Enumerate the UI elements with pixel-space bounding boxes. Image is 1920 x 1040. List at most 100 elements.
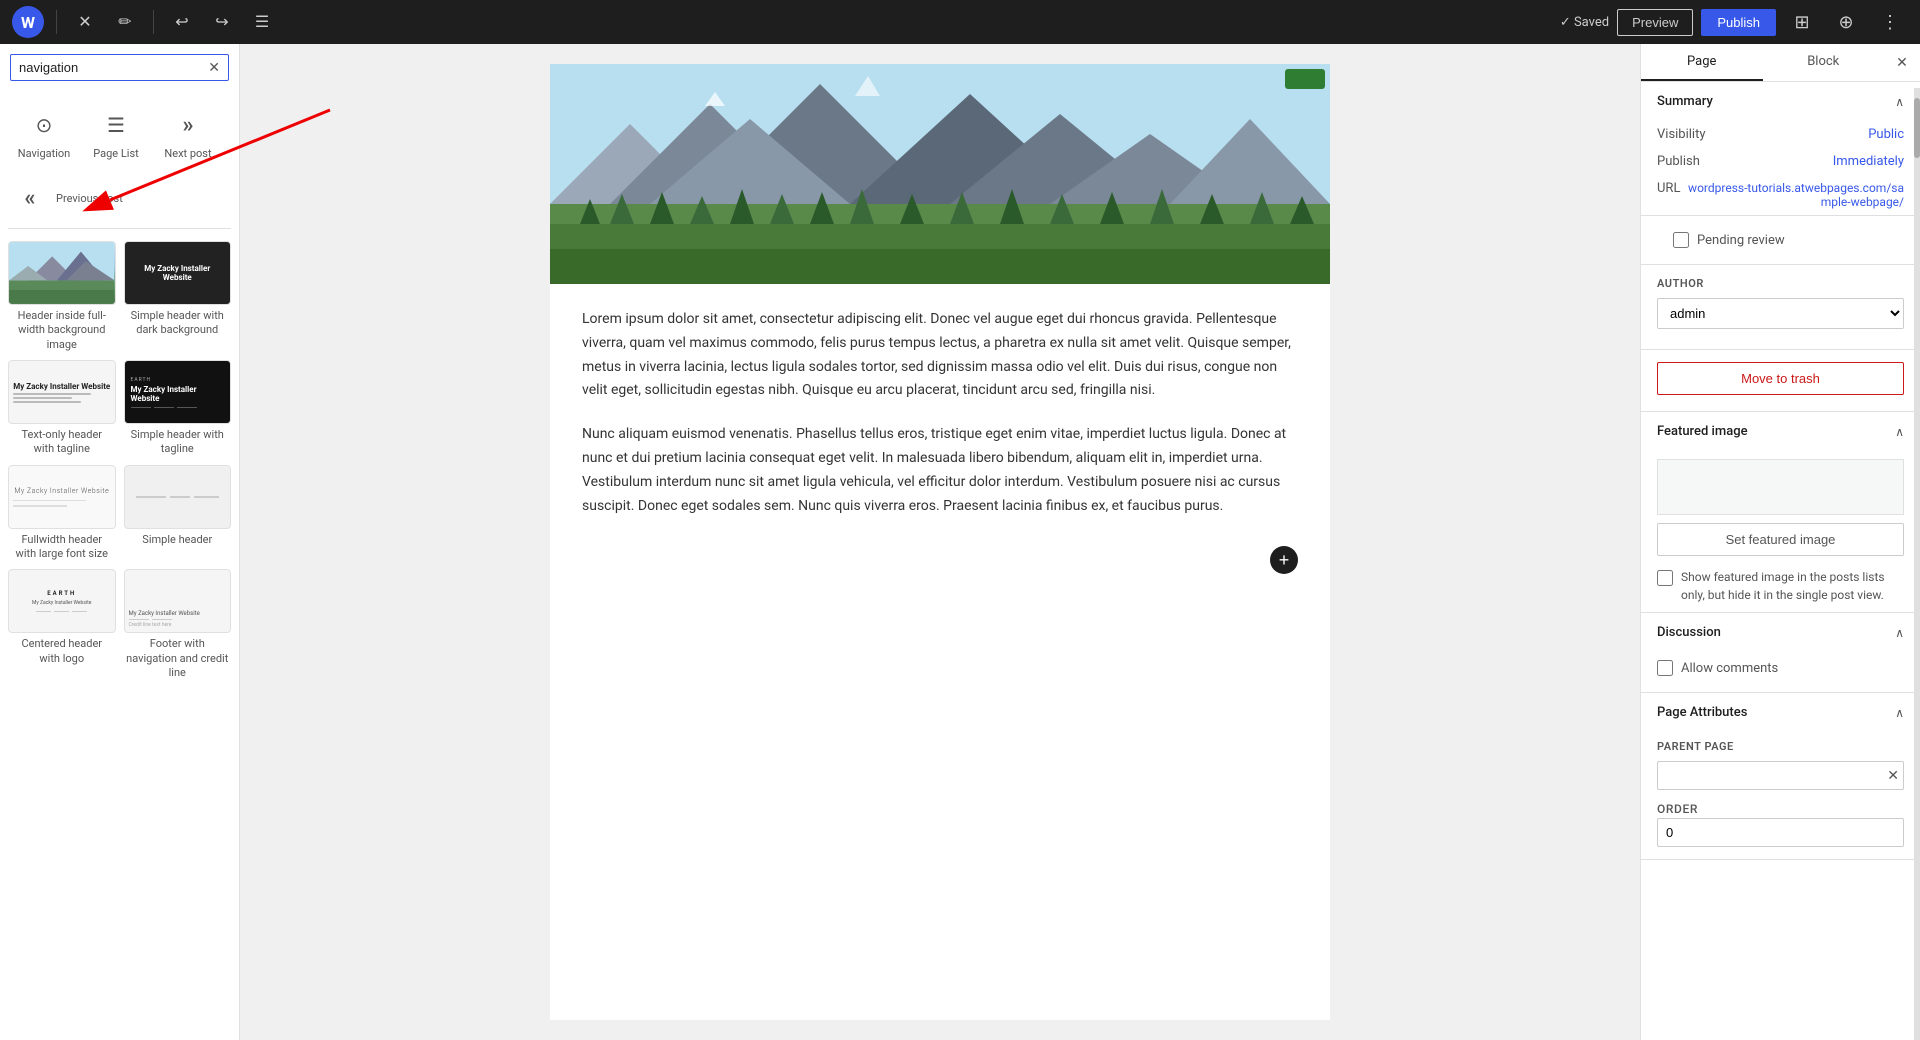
- tab-block[interactable]: Block: [1763, 44, 1885, 81]
- pattern-thumb-3: EARTH My Zacky InstallerWebsite: [124, 360, 232, 424]
- parent-page-input[interactable]: [1666, 762, 1887, 789]
- page-list-block-label: Page List: [93, 147, 138, 160]
- search-input[interactable]: [19, 60, 208, 75]
- discussion-title: Discussion: [1657, 625, 1721, 640]
- panel-scrollable: ⊙ Navigation ☰ Page List » Next post « P…: [0, 91, 239, 1040]
- navigation-block-icon: ⊙: [26, 107, 62, 143]
- tools-button[interactable]: ⊕: [1828, 4, 1864, 40]
- section-discussion: Discussion ∧ Allow comments: [1641, 613, 1920, 693]
- block-item-previous-post[interactable]: « Previous post: [8, 172, 231, 224]
- publish-button[interactable]: Publish: [1701, 9, 1776, 36]
- section-featured-image: Featured image ∧ Set featured image Show…: [1641, 412, 1920, 613]
- pattern-item-0[interactable]: Header inside full-width background imag…: [8, 241, 116, 352]
- right-panel: Page Block ✕ Summary ∧ Visibility Public…: [1640, 44, 1920, 1040]
- left-panel: ✕ ⊙ Navigation ☰ Page List » Next post: [0, 44, 240, 1040]
- edit-icon-button[interactable]: ✏: [109, 6, 141, 38]
- navigation-block-label: Navigation: [18, 147, 71, 160]
- next-post-block-icon: »: [170, 107, 206, 143]
- block-item-navigation[interactable]: ⊙ Navigation: [8, 99, 80, 168]
- pattern-thumb-text-2: My Zacky Installer Website: [13, 382, 110, 391]
- pattern-label-2: Text-only header with tagline: [8, 428, 116, 457]
- right-panel-header: Page Block ✕: [1641, 44, 1920, 82]
- list-view-button[interactable]: ☰: [246, 6, 278, 38]
- content-paragraph-2: Nunc aliquam euismod venenatis. Phasellu…: [582, 423, 1298, 518]
- section-summary: Summary ∧ Visibility Public Publish Imme…: [1641, 82, 1920, 216]
- parent-page-label: PARENT PAGE: [1641, 732, 1920, 757]
- move-to-trash-button[interactable]: Move to trash: [1657, 362, 1904, 395]
- set-featured-image-button[interactable]: Set featured image: [1657, 523, 1904, 556]
- featured-image-placeholder: [1657, 459, 1904, 515]
- preview-button[interactable]: Preview: [1617, 9, 1693, 36]
- pattern-thumb-text-1: My Zacky InstallerWebsite: [144, 264, 210, 282]
- publish-value[interactable]: Immediately: [1833, 154, 1904, 169]
- visibility-label: Visibility: [1657, 127, 1706, 142]
- page-attributes-title: Page Attributes: [1657, 705, 1747, 720]
- content-body: Lorem ipsum dolor sit amet, consectetur …: [550, 284, 1330, 606]
- page-attributes-chevron: ∧: [1895, 706, 1904, 720]
- trash-section: Move to trash: [1641, 350, 1920, 412]
- pattern-label-4: Fullwidth header with large font size: [8, 533, 116, 562]
- featured-image-visibility-checkbox[interactable]: [1657, 570, 1673, 586]
- visibility-value[interactable]: Public: [1868, 127, 1904, 142]
- author-label: AUTHOR: [1641, 269, 1920, 294]
- settings-toggle-button[interactable]: ⊞: [1784, 4, 1820, 40]
- wordpress-logo[interactable]: W: [12, 6, 44, 38]
- more-options-button[interactable]: ⋮: [1872, 4, 1908, 40]
- url-row: URL wordpress-tutorials.atwebpages.com/s…: [1641, 175, 1920, 215]
- pattern-thumb-6: EARTH My Zacky Installer Website: [8, 569, 116, 633]
- page-attributes-section-header[interactable]: Page Attributes ∧: [1641, 693, 1920, 732]
- pattern-item-2[interactable]: My Zacky Installer Website Text-only hea…: [8, 360, 116, 457]
- summary-section-header[interactable]: Summary ∧: [1641, 82, 1920, 121]
- pattern-label-3: Simple header with tagline: [124, 428, 232, 457]
- pattern-label-1: Simple header with dark background: [124, 309, 232, 338]
- block-item-page-list[interactable]: ☰ Page List: [80, 99, 152, 168]
- pattern-label-7: Footer with navigation and credit line: [124, 637, 232, 680]
- order-input[interactable]: [1657, 818, 1904, 847]
- parent-page-clear-button[interactable]: ✕: [1887, 767, 1899, 784]
- pattern-thumb-lines-4: [13, 497, 111, 507]
- previous-post-label: Previous post: [56, 192, 123, 205]
- main-layout: ✕ ⊙ Navigation ☰ Page List » Next post: [0, 44, 1920, 1040]
- publish-label: Publish: [1657, 154, 1700, 169]
- panel-divider-1: [8, 228, 231, 229]
- featured-image-section-header[interactable]: Featured image ∧: [1641, 412, 1920, 451]
- pattern-item-6[interactable]: EARTH My Zacky Installer Website Centere…: [8, 569, 116, 680]
- tab-page[interactable]: Page: [1641, 44, 1763, 81]
- pattern-thumb-7: My Zacky Installer Website Credit line t…: [124, 569, 232, 633]
- pattern-thumb-lines-2: [13, 393, 111, 403]
- pattern-thumb-0: [8, 241, 116, 305]
- featured-image-chevron: ∧: [1895, 425, 1904, 439]
- allow-comments-checkbox[interactable]: [1657, 660, 1673, 676]
- pattern-label-0: Header inside full-width background imag…: [8, 309, 116, 352]
- close-editor-button[interactable]: ✕: [69, 6, 101, 38]
- block-search-bar[interactable]: ✕: [10, 54, 229, 81]
- search-clear-button[interactable]: ✕: [208, 59, 220, 76]
- add-block-button[interactable]: +: [1270, 546, 1298, 574]
- undo-button[interactable]: ↩: [166, 6, 198, 38]
- pattern-label-5: Simple header: [124, 533, 232, 547]
- block-item-next-post[interactable]: » Next post: [152, 99, 224, 168]
- redo-button[interactable]: ↪: [206, 6, 238, 38]
- author-select-row: admin: [1641, 294, 1920, 341]
- author-section: AUTHOR admin: [1641, 265, 1920, 350]
- url-value[interactable]: wordpress-tutorials.atwebpages.com/sampl…: [1680, 181, 1904, 209]
- right-panel-scroll: Summary ∧ Visibility Public Publish Imme…: [1641, 82, 1920, 1040]
- pattern-item-5[interactable]: Simple header: [124, 465, 232, 562]
- pattern-label-6: Centered header with logo: [8, 637, 116, 666]
- saved-status: ✓ Saved: [1560, 15, 1609, 30]
- pattern-item-7[interactable]: My Zacky Installer Website Credit line t…: [124, 569, 232, 680]
- pattern-item-3[interactable]: EARTH My Zacky InstallerWebsite Simple h…: [124, 360, 232, 457]
- pattern-item-1[interactable]: My Zacky InstallerWebsite Simple header …: [124, 241, 232, 352]
- summary-chevron: ∧: [1895, 95, 1904, 109]
- pattern-item-4[interactable]: My Zacky Installer Website Fullwidth hea…: [8, 465, 116, 562]
- author-select[interactable]: admin: [1657, 298, 1904, 329]
- pending-review-checkbox[interactable]: [1673, 232, 1689, 248]
- page-list-block-icon: ☰: [98, 107, 134, 143]
- content-paragraph-1: Lorem ipsum dolor sit amet, consectetur …: [582, 308, 1298, 403]
- right-panel-close-button[interactable]: ✕: [1884, 45, 1920, 81]
- discussion-section-header[interactable]: Discussion ∧: [1641, 613, 1920, 652]
- featured-image-title: Featured image: [1657, 424, 1748, 439]
- next-post-block-label: Next post: [164, 147, 211, 160]
- parent-page-input-container[interactable]: ✕: [1657, 761, 1904, 790]
- pending-review-section: Pending review: [1641, 216, 1920, 265]
